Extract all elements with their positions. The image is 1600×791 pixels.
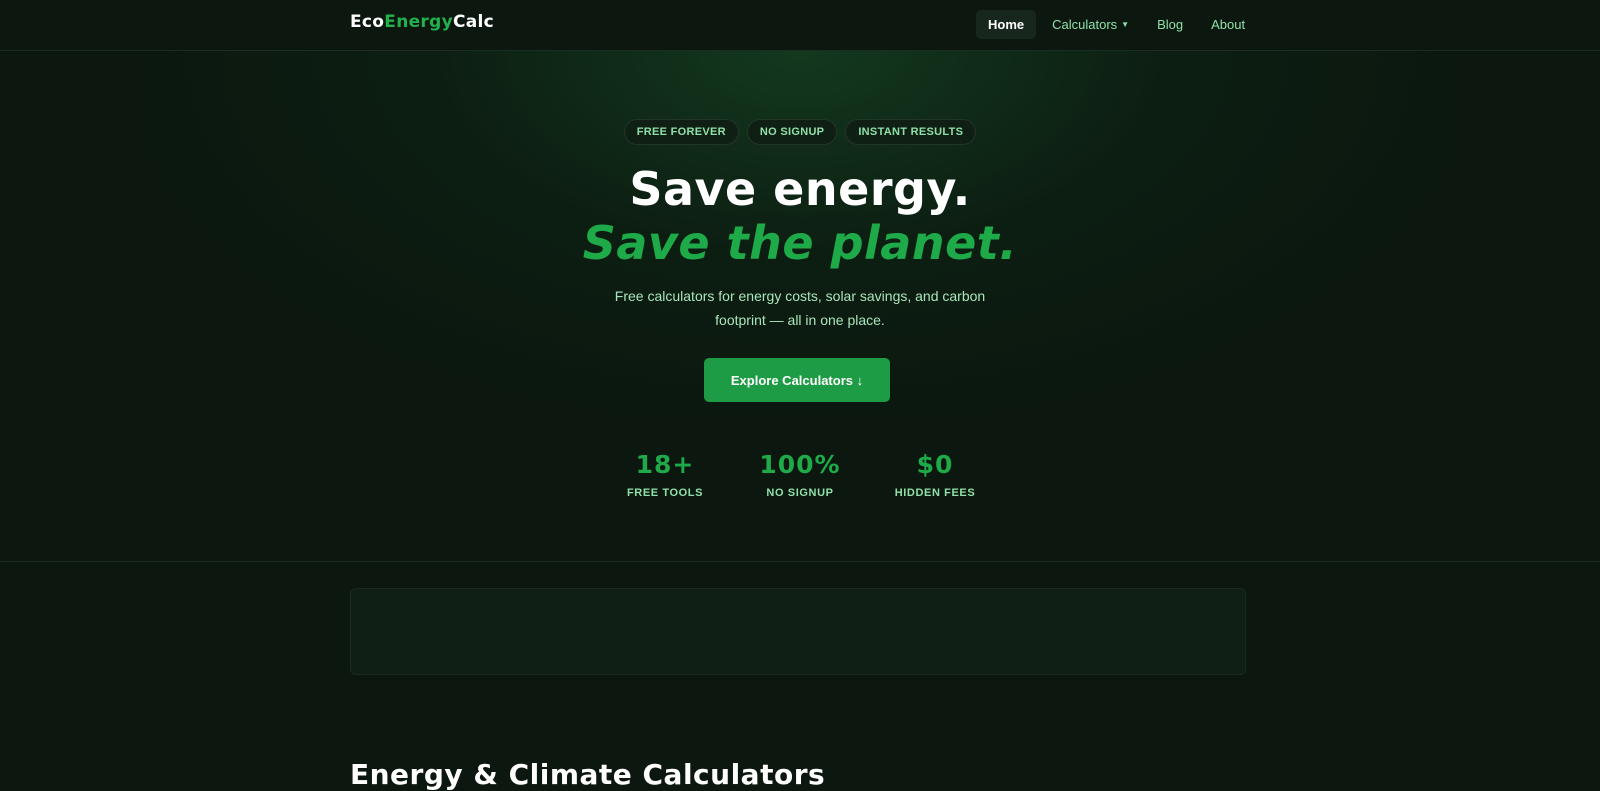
- hero-badges: FREE FOREVER NO SIGNUP INSTANT RESULTS: [0, 119, 1600, 145]
- hero-stats: 18+ FREE TOOLS 100% NO SIGNUP $0 HIDDEN …: [0, 450, 1600, 499]
- stat-no-signup: 100% NO SIGNUP: [753, 450, 848, 499]
- headline-line-2: Save the planet.: [582, 216, 1018, 270]
- stat-label: FREE TOOLS: [626, 487, 704, 499]
- stat-label: HIDDEN FEES: [894, 487, 976, 499]
- hero-headline: Save energy. Save the planet.: [0, 162, 1600, 270]
- headline-line-1: Save energy.: [629, 162, 971, 216]
- nav-home-link[interactable]: Home: [976, 10, 1037, 39]
- site-logo[interactable]: EcoEnergyCalc: [350, 12, 494, 32]
- stat-value: 18+: [635, 450, 695, 479]
- nav-blog-link[interactable]: Blog: [1145, 10, 1195, 39]
- navbar: EcoEnergyCalc Home Calculators ▼ Blog Abo…: [0, 0, 1600, 51]
- badge-instant-results: INSTANT RESULTS: [845, 119, 977, 145]
- section-title: Energy & Climate Calculators: [350, 758, 826, 791]
- stat-value: 100%: [759, 450, 841, 479]
- stat-label: NO SIGNUP: [766, 487, 834, 499]
- caret-down-icon: ▼: [1121, 20, 1130, 29]
- stat-value: $0: [916, 450, 954, 479]
- logo-part-eco: Eco: [350, 12, 385, 32]
- section-divider: [0, 561, 1600, 562]
- badge-no-signup: NO SIGNUP: [746, 119, 838, 145]
- nav-links: Home Calculators ▼ Blog About: [976, 10, 1257, 39]
- stat-free-tools: 18+ FREE TOOLS: [618, 450, 713, 499]
- explore-calculators-button[interactable]: Explore Calculators ↓: [704, 358, 890, 402]
- logo-part-energy: Energy: [384, 12, 453, 32]
- nav-calculators-dropdown[interactable]: Calculators ▼: [1040, 10, 1141, 39]
- logo-part-calc: Calc: [452, 12, 495, 32]
- badge-free-forever: FREE FOREVER: [623, 119, 739, 145]
- hero-subtitle: Free calculators for energy costs, solar…: [614, 288, 986, 328]
- ad-placeholder: [350, 588, 1246, 675]
- stat-hidden-fees: $0 HIDDEN FEES: [888, 450, 983, 499]
- nav-calculators-label: Calculators: [1052, 17, 1118, 32]
- nav-about-link[interactable]: About: [1199, 10, 1257, 39]
